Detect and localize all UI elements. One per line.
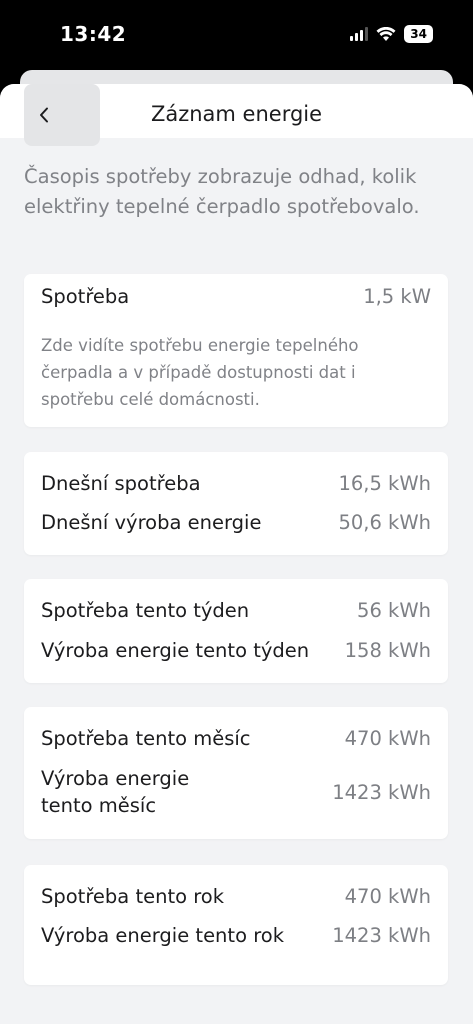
today-production-value: 50,6 kWh <box>338 511 431 534</box>
year-production-label: Výroba energie tento rok <box>41 924 285 947</box>
status-time: 13:42 <box>60 22 127 46</box>
week-production-label: Výroba energie tento týden <box>41 639 310 662</box>
week-production-value: 158 kWh <box>344 639 431 662</box>
today-production-label: Dnešní výroba energie <box>41 511 262 534</box>
cellular-signal-icon <box>350 27 369 41</box>
month-consumption-label: Spotřeba tento měsíc <box>41 727 251 750</box>
wifi-icon <box>376 26 396 41</box>
month-production-label-line2: tento měsíc <box>41 794 157 817</box>
year-consumption-value: 470 kWh <box>344 885 431 908</box>
week-card: Spotřeba tento týden 56 kWh Výroba energ… <box>24 579 448 683</box>
today-card: Dnešní spotřeba 16,5 kWh Dnešní výroba e… <box>24 452 448 555</box>
month-production-label: Výroba energie tento měsíc <box>41 765 189 819</box>
energy-record-sheet: Záznam energie Časopis spotřeby zobrazuj… <box>0 84 473 1024</box>
today-consumption-value: 16,5 kWh <box>338 472 431 495</box>
month-card: Spotřeba tento měsíc 470 kWh Výroba ener… <box>24 707 448 839</box>
status-icons: 34 <box>350 25 433 43</box>
year-production-value: 1423 kWh <box>332 924 431 947</box>
current-consumption-description: Zde vidíte spotřebu energie tepelného če… <box>41 336 359 409</box>
current-consumption-card: Spotřeba 1,5 kW Zde vidíte spotřebu ener… <box>24 274 448 427</box>
month-production-label-line1: Výroba energie <box>41 767 190 790</box>
week-consumption-value: 56 kWh <box>357 599 431 622</box>
navbar: Záznam energie <box>0 84 473 146</box>
page-title: Záznam energie <box>150 102 323 126</box>
today-consumption-label: Dnešní spotřeba <box>41 472 201 495</box>
intro-text: Časopis spotřeby zobrazuje odhad, kolik … <box>24 165 420 218</box>
current-consumption-label: Spotřeba <box>41 285 130 308</box>
month-consumption-value: 470 kWh <box>344 727 431 750</box>
month-production-value: 1423 kWh <box>332 780 431 804</box>
week-consumption-label: Spotřeba tento týden <box>41 599 250 622</box>
status-bar: 13:42 34 <box>0 0 473 72</box>
battery-icon: 34 <box>404 25 433 43</box>
current-consumption-value: 1,5 kW <box>363 285 431 308</box>
year-consumption-label: Spotřeba tento rok <box>41 885 225 908</box>
year-card: Spotřeba tento rok 470 kWh Výroba energi… <box>24 865 448 985</box>
